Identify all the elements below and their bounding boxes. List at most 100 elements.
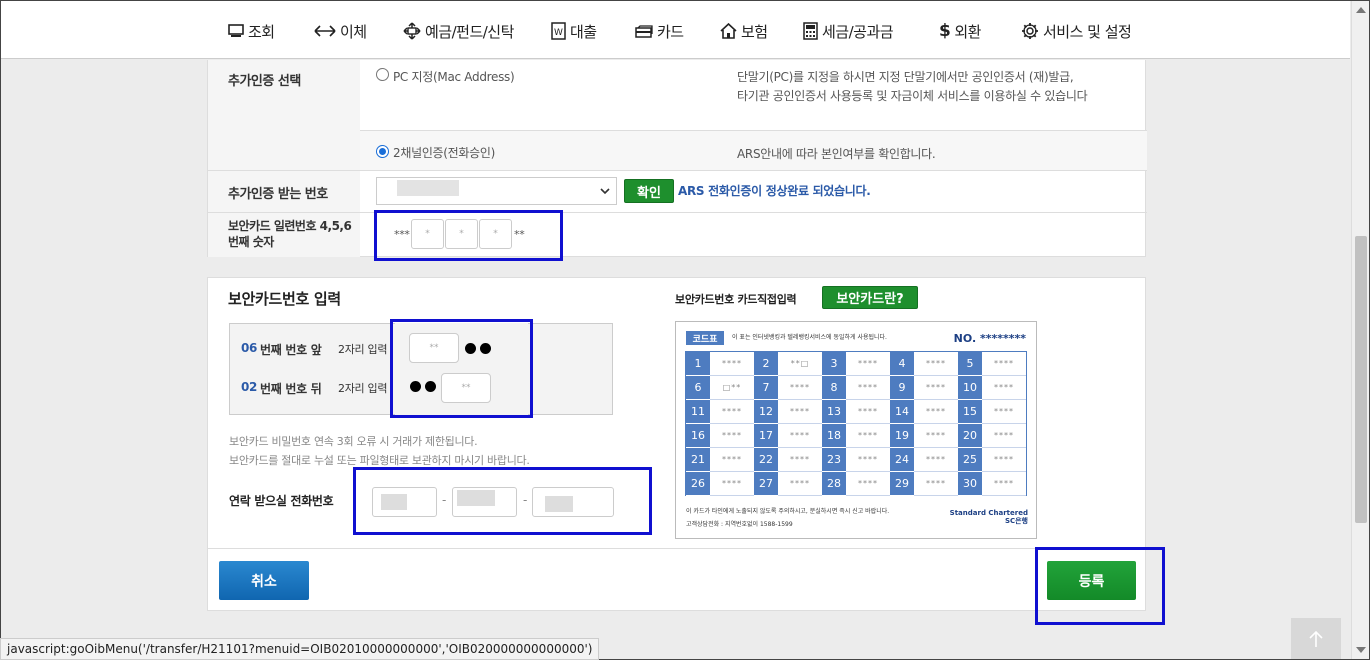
code-cell-value: **** — [914, 352, 958, 376]
row2-text: 번째 번호 뒤 — [260, 382, 322, 396]
card-icon — [635, 24, 653, 38]
nav-item-transfer[interactable]: 이체 — [314, 20, 367, 42]
standard-chartered-logo: Standard Chartered SC은행 — [949, 509, 1028, 525]
scroll-thumb[interactable] — [1355, 236, 1367, 523]
code-cell-number: 21 — [686, 448, 710, 472]
option-pc-desc-line1: 단말기(PC)를 지정을 하시면 지정 단말기에서만 공인인증서 (재)발급, — [737, 70, 1074, 84]
code-cell-value: **** — [982, 400, 1026, 424]
code-card-badge: 코드표 — [686, 331, 724, 345]
scroll-to-top-button[interactable] — [1291, 618, 1341, 659]
code-cell-number: 18 — [822, 424, 846, 448]
nav-item-inquiry[interactable]: 조회 — [228, 20, 275, 42]
code-cell-number: 12 — [754, 400, 778, 424]
row2-hint: 2자리 입력 — [338, 382, 388, 395]
nav-item-label: 예금/펀드/신탁 — [425, 22, 514, 41]
cancel-button[interactable]: 취소 — [219, 561, 309, 600]
code-cell-number: 8 — [822, 376, 846, 400]
code-cell-number: 10 — [958, 376, 982, 400]
dollar-icon: $ — [939, 21, 951, 41]
nav-item-insurance[interactable]: 보험 — [720, 20, 768, 42]
code-cell-value: **** — [846, 400, 890, 424]
top-nav: 조회 이체 예금/펀드/신탁 W 대출 카드 보험 세금/공과금 $ 외환 서비… — [1, 1, 1350, 59]
code-cell-number: 6 — [686, 376, 710, 400]
scroll-down-arrow-icon[interactable] — [1356, 647, 1366, 653]
code-cell-value: **** — [846, 472, 890, 496]
nav-item-label: 보험 — [741, 22, 768, 41]
monitor-icon — [228, 24, 244, 37]
svg-text:W: W — [554, 28, 563, 38]
code-cell-number: 3 — [822, 352, 846, 376]
ars-status-text: ARS 전화인증이 정상완료 되었습니다. — [678, 184, 871, 198]
code-cell-number: 29 — [890, 472, 914, 496]
code-cell-number: 7 — [754, 376, 778, 400]
nav-item-label: 외환 — [954, 22, 981, 41]
code-cell-number: 19 — [890, 424, 914, 448]
code-cell-value: **□ — [778, 352, 822, 376]
code-cell-number: 1 — [686, 352, 710, 376]
nav-item-deposit[interactable]: 예금/펀드/신탁 — [403, 20, 514, 42]
nav-item-label: 이체 — [340, 22, 367, 41]
security-card-title: 보안카드번호 입력 — [228, 290, 341, 308]
code-cell-value: **** — [982, 472, 1026, 496]
code-cell-number: 17 — [754, 424, 778, 448]
nav-item-label: 대출 — [570, 22, 597, 41]
phone-number-select[interactable] — [376, 177, 617, 205]
code-cell-value: **** — [778, 424, 822, 448]
code-cell-value: **** — [710, 400, 754, 424]
row2-number: 02 — [241, 380, 258, 394]
option-pc-label: PC 지정(Mac Address) — [393, 70, 515, 84]
code-cell-value: **** — [846, 424, 890, 448]
what-is-security-card-button[interactable]: 보안카드란? — [822, 286, 918, 309]
nav-item-label: 카드 — [657, 22, 684, 41]
code-cell-number: 23 — [822, 448, 846, 472]
house-icon — [720, 23, 737, 39]
code-cell-value: **** — [710, 448, 754, 472]
nav-item-settings[interactable]: 서비스 및 설정 — [1021, 20, 1132, 42]
code-cell-number: 15 — [958, 400, 982, 424]
code-cell-value: **** — [982, 352, 1026, 376]
code-cell-value: **** — [846, 448, 890, 472]
divider — [360, 130, 1147, 131]
transfer-arrows-icon — [314, 25, 336, 37]
nav-item-loan[interactable]: W 대출 — [551, 20, 597, 42]
code-cell-value: **** — [778, 376, 822, 400]
code-cell-value: **** — [914, 448, 958, 472]
code-cell-number: 26 — [686, 472, 710, 496]
phone-label: 연락 받으실 전화번호 — [229, 494, 334, 508]
code-cell-number: 5 — [958, 352, 982, 376]
code-card-foot-line2: 고객상담전화 : 지역번호없이 1588-1599 — [686, 521, 793, 528]
nav-item-fx[interactable]: $ 외환 — [939, 20, 981, 42]
nav-item-tax[interactable]: 세금/공과금 — [803, 20, 894, 42]
code-cell-number: 14 — [890, 400, 914, 424]
code-cell-number: 28 — [822, 472, 846, 496]
arrow-up-icon — [1309, 630, 1323, 647]
code-cell-number: 13 — [822, 400, 846, 424]
highlight-phone-inputs — [353, 467, 652, 535]
scroll-up-arrow-icon[interactable] — [1356, 7, 1366, 13]
code-cell-number: 20 — [958, 424, 982, 448]
code-cell-number: 11 — [686, 400, 710, 424]
warning-line2: 보안카드를 절대로 누설 또는 파일형태로 보관하지 마시기 바랍니다. — [229, 454, 530, 467]
code-cell-number: 27 — [754, 472, 778, 496]
code-cell-value: □** — [710, 376, 754, 400]
warning-line1: 보안카드 비밀번호 연속 3회 오류 시 거래가 제한됩니다. — [229, 435, 478, 448]
code-cell-number: 16 — [686, 424, 710, 448]
gear-icon — [1022, 23, 1038, 39]
code-cell-value: **** — [846, 352, 890, 376]
highlight-register-button — [1035, 547, 1165, 625]
code-cell-number: 24 — [890, 448, 914, 472]
confirm-button[interactable]: 확인 — [624, 179, 674, 203]
browser-status-bar: javascript:goOibMenu('/transfer/H21101?m… — [0, 638, 600, 660]
radio-pc-designation[interactable] — [376, 68, 389, 81]
code-cell-value: **** — [710, 424, 754, 448]
additional-auth-label: 추가인증 선택 — [208, 60, 360, 170]
document-won-icon: W — [551, 22, 566, 40]
code-cell-number: 25 — [958, 448, 982, 472]
code-cell-value: **** — [982, 424, 1026, 448]
code-cell-value: **** — [982, 448, 1026, 472]
receive-number-label: 추가인증 받는 번호 — [208, 171, 360, 212]
nav-item-card[interactable]: 카드 — [635, 20, 684, 42]
radio-2channel-auth[interactable] — [376, 145, 389, 158]
code-cell-value: **** — [778, 472, 822, 496]
vertical-scrollbar[interactable] — [1351, 1, 1369, 659]
